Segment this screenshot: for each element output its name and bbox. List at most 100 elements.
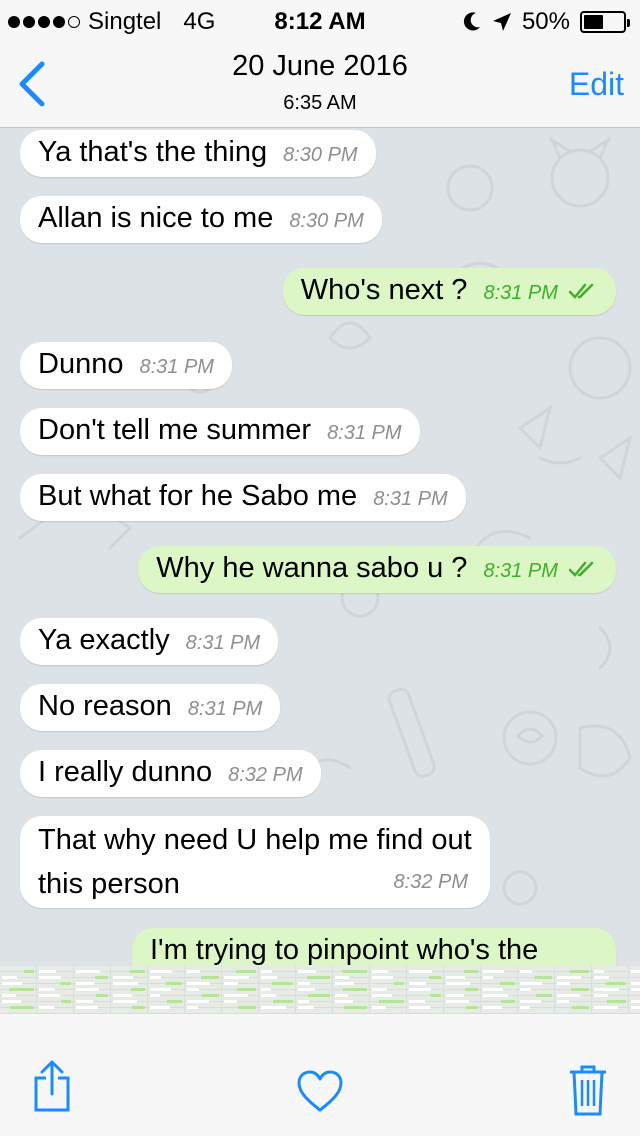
message-bubble-incoming[interactable]: Don't tell me summer 8:31 PM [20,408,420,455]
photo-thumbnail[interactable] [296,966,332,1014]
message-bubble-outgoing[interactable]: Why he wanna sabo u ? 8:31 PM [138,546,616,593]
message-text: I'm trying to pinpoint who's the [150,934,539,966]
thumbnail-incoming-line [409,988,431,991]
thumbnail-incoming-line [372,1006,386,1009]
thumbnail-incoming-line [335,994,348,997]
thumbnail-incoming-line [298,970,316,973]
photo-thumbnail[interactable] [111,966,147,1014]
photo-thumbnail[interactable] [444,966,480,1014]
message-text: But what for he Sabo me [38,480,358,512]
photo-thumbnail[interactable] [148,966,184,1014]
thumbnail-outgoing-line [464,970,478,973]
thumbnail-outgoing-line [571,988,589,991]
thumbnail-incoming-line [2,994,16,997]
thumbnail-outgoing-line [10,1006,34,1009]
thumbnail-incoming-line [76,982,94,985]
message-bubble-incoming[interactable]: Allan is nice to me 8:30 PM [20,196,382,243]
thumbnail-incoming-line [594,994,608,997]
edit-button[interactable]: Edit [569,66,624,103]
thumbnail-incoming-line [39,988,55,991]
thumbnail-outgoing-line [606,982,626,985]
message-bubble-outgoing[interactable]: Who's next ? 8:31 PM [282,268,616,315]
thumbnail-incoming-line [335,982,354,985]
thumbnail-outgoing-line [343,988,367,991]
photo-thumbnail[interactable] [555,966,591,1014]
photo-thumbnail[interactable] [407,966,443,1014]
photo-thumbnail[interactable] [629,966,640,1014]
thumbnail-incoming-line [298,982,310,985]
thumbnail-incoming-line [261,976,277,979]
message-bubble-outgoing[interactable]: I'm trying to pinpoint who's the [132,928,616,966]
heart-icon[interactable] [297,1070,343,1112]
thumbnail-incoming-line [187,988,199,991]
photo-thumbnail[interactable] [370,966,406,1014]
battery-icon [580,11,630,33]
thumbnail-outgoing-line [273,1000,293,1003]
photo-thumbnail[interactable] [37,966,73,1014]
thumbnail-outgoing-line [166,982,182,985]
message-bubble-incoming[interactable]: But what for he Sabo me 8:31 PM [20,474,466,521]
thumbnail-incoming-line [298,988,315,991]
thumbnail-outgoing-line [465,988,478,991]
thumbnail-incoming-line [631,1000,640,1003]
thumbnail-incoming-line [39,970,56,973]
photo-thumbnail[interactable] [518,966,554,1014]
photo-thumbnail[interactable] [185,966,221,1014]
message-bubble-incoming[interactable]: Ya that's the thing 8:30 PM [20,130,376,177]
photo-thumbnail[interactable] [222,966,258,1014]
thumbnail-outgoing-line [201,976,219,979]
thumbnail-outgoing-line [342,970,367,973]
message-text: Ya exactly [38,624,170,656]
thumbnail-incoming-line [335,976,349,979]
status-bar: Singtel 4G 8:12 AM 50% [0,0,640,40]
thumbnail-incoming-line [483,994,508,997]
photo-thumbnail[interactable] [259,966,295,1014]
message-bubble-incoming[interactable]: Dunno 8:31 PM [20,342,232,389]
thumbnail-incoming-line [409,1000,425,1003]
photo-thumbnail[interactable] [333,966,369,1014]
thumbnail-outgoing-line [236,970,256,973]
thumbnail-incoming-line [150,976,161,979]
photo-thumbnail[interactable] [481,966,517,1014]
thumbnail-outgoing-line [394,982,404,985]
photo-thumbnail[interactable] [74,966,110,1014]
thumbnail-incoming-line [187,970,200,973]
message-time: 8:30 PM [283,144,358,166]
thumbnail-incoming-line [335,1000,353,1003]
message-bubble-incoming[interactable]: Ya exactly 8:31 PM [20,618,279,665]
thumbnail-outgoing-line [466,1006,478,1009]
thumbnail-outgoing-line [61,1000,71,1003]
thumbnail-outgoing-line [9,988,34,991]
thumbnail-incoming-line [2,1000,21,1003]
message-time: 8:31 PM [483,282,558,304]
thumbnail-incoming-line [113,994,132,997]
thumbnail-outgoing-line [167,1000,182,1003]
thumbnail-outgoing-line [572,1006,589,1009]
thumbnail-incoming-line [520,1006,530,1009]
thumbnail-incoming-line [557,994,580,997]
thumbnail-outgoing-line [429,976,441,979]
thumbnail-incoming-line [187,1006,198,1009]
message-text: Dunno [38,348,124,380]
message-bubble-incoming[interactable]: No reason 8:31 PM [20,684,281,731]
thumbnail-incoming-line [2,976,17,979]
photo-thumbnail[interactable] [0,966,36,1014]
trash-icon[interactable] [568,1064,608,1116]
thumbnail-incoming-line [39,994,60,997]
thumbnail-outgoing-line [132,1006,145,1009]
battery-percent: 50% [521,8,570,35]
thumbnail-outgoing-line [570,970,589,973]
page-title: 20 June 2016 [232,50,408,82]
message-bubble-incoming[interactable]: That why need U help me find out this pe… [20,816,490,908]
read-receipt-icon [568,284,594,300]
share-icon[interactable] [32,1060,72,1112]
photo-thumbnail-strip[interactable] [0,966,640,1014]
thumbnail-incoming-line [150,988,171,991]
message-text: No reason [38,690,172,722]
photo-thumbnail[interactable] [592,966,628,1014]
thumbnail-incoming-line [520,982,542,985]
message-bubble-incoming[interactable]: I really dunno 8:32 PM [20,750,321,797]
thumbnail-incoming-line [483,1006,502,1009]
thumbnail-incoming-line [483,970,504,973]
chat-area[interactable]: Ya that's the thing 8:30 PM Allan is nice… [0,128,640,966]
